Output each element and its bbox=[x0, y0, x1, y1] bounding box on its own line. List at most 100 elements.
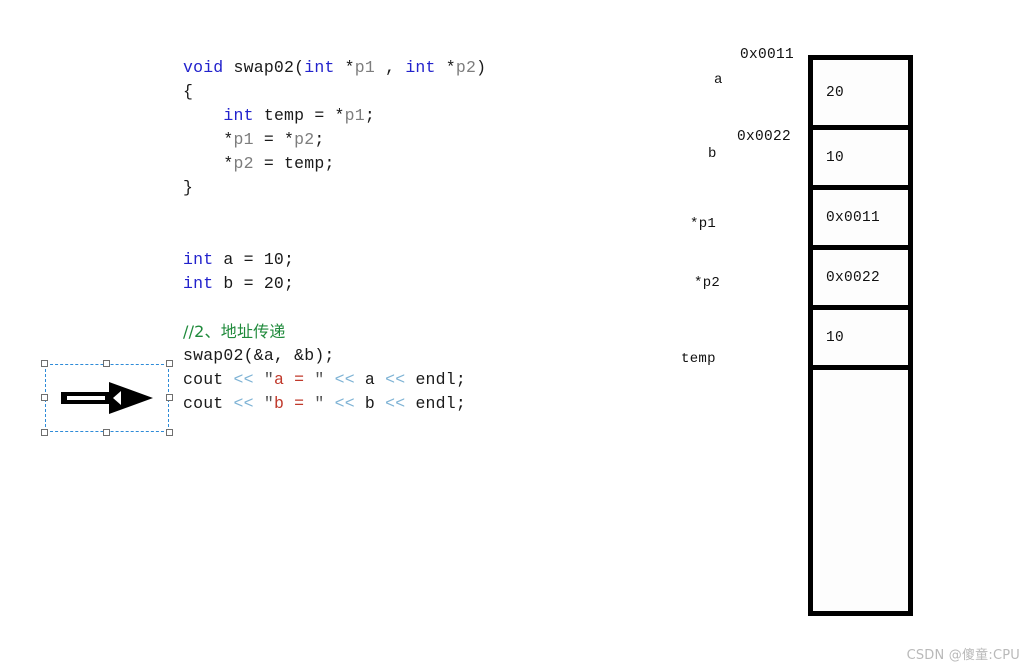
memory-cell-value: 20 bbox=[826, 84, 845, 101]
code-token: cout bbox=[183, 394, 234, 413]
code-line-cout-b: cout << "b = " << b << endl; bbox=[183, 392, 486, 416]
code-line-blank-2 bbox=[183, 224, 486, 248]
memory-cell-empty bbox=[813, 370, 908, 611]
code-token: swap02( bbox=[223, 58, 305, 77]
code-token: << bbox=[233, 394, 254, 413]
memory-cell-p1: 0x0011 bbox=[813, 190, 908, 250]
resize-handle-bottom-right[interactable] bbox=[166, 429, 173, 436]
code-token: swap02(&a, &b); bbox=[183, 346, 335, 365]
code-token: temp = * bbox=[253, 106, 345, 125]
memory-cell-value: 0x0022 bbox=[826, 269, 881, 286]
code-token: * bbox=[183, 154, 234, 173]
code-token: << bbox=[233, 370, 254, 389]
memory-label-temp: temp bbox=[681, 351, 716, 367]
code-token: cout bbox=[183, 370, 234, 389]
memory-address-addr-b: 0x0022 bbox=[737, 129, 792, 145]
resize-handle-bottom-left[interactable] bbox=[41, 429, 48, 436]
code-line-cout-a: cout << "a = " << a << endl; bbox=[183, 368, 486, 392]
code-line-decl-b: int b = 20; bbox=[183, 272, 486, 296]
memory-cell-value: 0x0011 bbox=[826, 209, 881, 226]
code-line-assign-p2: *p2 = temp; bbox=[183, 152, 486, 176]
code-token: void bbox=[183, 58, 224, 77]
memory-label-a: a bbox=[714, 72, 723, 88]
code-line-comment-address-pass: //2、地址传递 bbox=[183, 320, 486, 344]
code-line-blank-1 bbox=[183, 200, 486, 224]
code-line-temp-decl: int temp = *p1; bbox=[183, 104, 486, 128]
code-token: " bbox=[314, 394, 325, 413]
code-token: " bbox=[314, 370, 325, 389]
resize-handle-middle-right[interactable] bbox=[166, 394, 173, 401]
memory-cell-value: 10 bbox=[826, 149, 845, 166]
code-line-open-brace: { bbox=[183, 80, 486, 104]
code-token: int bbox=[183, 250, 214, 269]
code-token: << bbox=[385, 394, 406, 413]
code-token: * bbox=[334, 58, 355, 77]
code-token: p1 bbox=[344, 106, 365, 125]
code-token: endl; bbox=[405, 394, 466, 413]
code-token: //2、地址传递 bbox=[183, 322, 286, 341]
memory-cell-value: 10 bbox=[826, 329, 845, 346]
code-token: int bbox=[183, 274, 214, 293]
code-token: ) bbox=[476, 58, 487, 77]
code-line-close-brace: } bbox=[183, 176, 486, 200]
memory-cell-a: 20 bbox=[813, 60, 908, 130]
code-token: ; bbox=[364, 106, 375, 125]
resize-handle-top-center[interactable] bbox=[103, 360, 110, 367]
code-token: int bbox=[223, 106, 254, 125]
code-token: " bbox=[263, 394, 274, 413]
code-token: << bbox=[385, 370, 406, 389]
code-token: = * bbox=[253, 130, 295, 149]
code-line-assign-p1: *p1 = *p2; bbox=[183, 128, 486, 152]
code-token: p1 bbox=[233, 130, 254, 149]
memory-address-addr-a: 0x0011 bbox=[740, 47, 795, 63]
resize-handle-bottom-center[interactable] bbox=[103, 429, 110, 436]
code-block: void swap02(int *p1 , int *p2){ int temp… bbox=[183, 56, 486, 416]
right-arrow-icon bbox=[61, 382, 153, 414]
memory-label-p1: *p1 bbox=[690, 216, 717, 232]
code-token: { bbox=[183, 82, 194, 101]
memory-column: 20 10 0x0011 0x0022 10 bbox=[808, 55, 913, 616]
code-token: " bbox=[263, 370, 274, 389]
code-token: int bbox=[304, 58, 335, 77]
code-token: = temp; bbox=[253, 154, 335, 173]
code-token: int bbox=[405, 58, 436, 77]
code-token: << bbox=[334, 370, 355, 389]
code-token: * bbox=[435, 58, 456, 77]
code-token: << bbox=[334, 394, 355, 413]
memory-cell-temp: 10 bbox=[813, 310, 908, 370]
resize-handle-top-left[interactable] bbox=[41, 360, 48, 367]
memory-cell-p2: 0x0022 bbox=[813, 250, 908, 310]
watermark: CSDN @傻童:CPU bbox=[906, 648, 1020, 663]
code-token: ; bbox=[314, 130, 325, 149]
code-token: p2 bbox=[233, 154, 254, 173]
code-token: b = bbox=[273, 394, 315, 413]
code-line-blank-3 bbox=[183, 296, 486, 320]
memory-label-b: b bbox=[708, 146, 717, 162]
code-token: p2 bbox=[294, 130, 315, 149]
code-token: * bbox=[183, 130, 234, 149]
code-line-func-signature: void swap02(int *p1 , int *p2) bbox=[183, 56, 486, 80]
code-token: a bbox=[354, 370, 386, 389]
code-token: b bbox=[354, 394, 386, 413]
memory-label-p2: *p2 bbox=[694, 275, 721, 291]
code-token: , bbox=[375, 58, 406, 77]
code-line-decl-a: int a = 10; bbox=[183, 248, 486, 272]
selected-arrow-shape[interactable] bbox=[41, 360, 173, 436]
code-token: } bbox=[183, 178, 194, 197]
code-token: a = bbox=[273, 370, 315, 389]
resize-handle-top-right[interactable] bbox=[166, 360, 173, 367]
code-token: p2 bbox=[455, 58, 477, 77]
resize-handle-middle-left[interactable] bbox=[41, 394, 48, 401]
code-line-call-swap02: swap02(&a, &b); bbox=[183, 344, 486, 368]
code-token: endl; bbox=[405, 370, 466, 389]
memory-cell-b: 10 bbox=[813, 130, 908, 190]
code-token: a = 10; bbox=[213, 250, 295, 269]
